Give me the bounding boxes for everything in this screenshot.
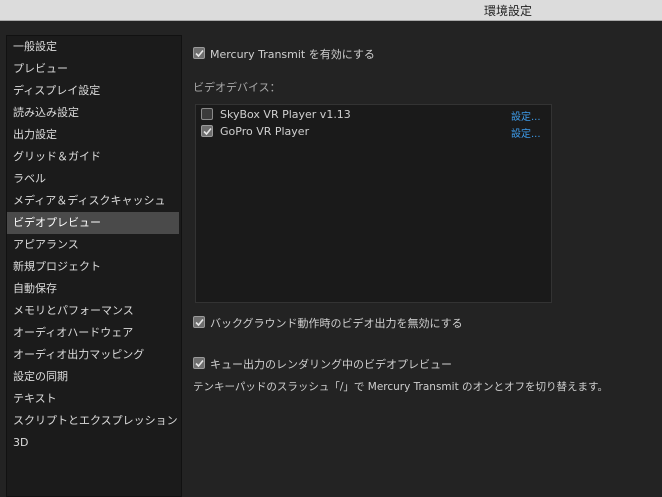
sidebar-item-labels[interactable]: ラベル bbox=[7, 168, 179, 190]
sidebar-item-audio-output-mapping[interactable]: オーディオ出力マッピング bbox=[7, 344, 179, 366]
window-titlebar: 環境設定 bbox=[0, 0, 662, 21]
device-checkbox-skybox[interactable] bbox=[201, 108, 213, 120]
sidebar-item-memory-performance[interactable]: メモリとパフォーマンス bbox=[7, 300, 179, 322]
transmit-shortcut-description: テンキーパッドのスラッシュ「/」で Mercury Transmit のオンとオ… bbox=[193, 381, 608, 393]
checkmark-icon bbox=[203, 127, 212, 136]
enable-transmit-checkbox[interactable] bbox=[193, 47, 205, 59]
sidebar-item-auto-save[interactable]: 自動保存 bbox=[7, 278, 179, 300]
sidebar-item-3d[interactable]: 3D bbox=[7, 432, 179, 454]
sidebar-item-new-project[interactable]: 新規プロジェクト bbox=[7, 256, 179, 278]
device-checkbox-gopro[interactable] bbox=[201, 125, 213, 137]
cue-render-preview-label: キュー出力のレンダリング中のビデオプレビュー bbox=[210, 358, 452, 371]
sidebar-item-grids-guides[interactable]: グリッド＆ガイド bbox=[7, 146, 179, 168]
sidebar-item-media-disk-cache[interactable]: メディア＆ディスクキャッシュ bbox=[7, 190, 179, 212]
video-devices-heading: ビデオデバイス： bbox=[193, 81, 281, 94]
sidebar-item-display[interactable]: ディスプレイ設定 bbox=[7, 80, 179, 102]
disable-background-output-label: バックグラウンド動作時のビデオ出力を無効にする bbox=[210, 317, 463, 330]
checkmark-icon bbox=[195, 49, 204, 58]
checkmark-icon bbox=[195, 318, 204, 327]
device-settings-link-gopro[interactable]: 設定... bbox=[511, 125, 541, 140]
sidebar-item-appearance[interactable]: アピアランス bbox=[7, 234, 179, 256]
preferences-sidebar: 一般設定 プレビュー ディスプレイ設定 読み込み設定 出力設定 グリッド＆ガイド… bbox=[6, 35, 182, 497]
sidebar-item-scripting-expressions[interactable]: スクリプトとエクスプレッション bbox=[7, 410, 179, 432]
disable-background-output-checkbox[interactable] bbox=[193, 316, 205, 328]
device-name-gopro: GoPro VR Player bbox=[220, 125, 310, 138]
enable-transmit-label: Mercury Transmit を有効にする bbox=[210, 48, 375, 61]
sidebar-item-import[interactable]: 読み込み設定 bbox=[7, 102, 179, 124]
sidebar-item-output[interactable]: 出力設定 bbox=[7, 124, 179, 146]
sidebar-item-preview[interactable]: プレビュー bbox=[7, 58, 179, 80]
device-settings-link-skybox[interactable]: 設定... bbox=[511, 108, 541, 123]
sidebar-item-sync-settings[interactable]: 設定の同期 bbox=[7, 366, 179, 388]
sidebar-item-general[interactable]: 一般設定 bbox=[7, 36, 179, 58]
sidebar-item-type[interactable]: テキスト bbox=[7, 388, 179, 410]
sidebar-item-audio-hardware[interactable]: オーディオハードウェア bbox=[7, 322, 179, 344]
sidebar-item-video-preview[interactable]: ビデオプレビュー bbox=[7, 212, 179, 234]
checkmark-icon bbox=[195, 359, 204, 368]
window-title: 環境設定 bbox=[484, 4, 533, 18]
cue-render-preview-checkbox[interactable] bbox=[193, 357, 205, 369]
device-name-skybox: SkyBox VR Player v1.13 bbox=[220, 108, 351, 121]
